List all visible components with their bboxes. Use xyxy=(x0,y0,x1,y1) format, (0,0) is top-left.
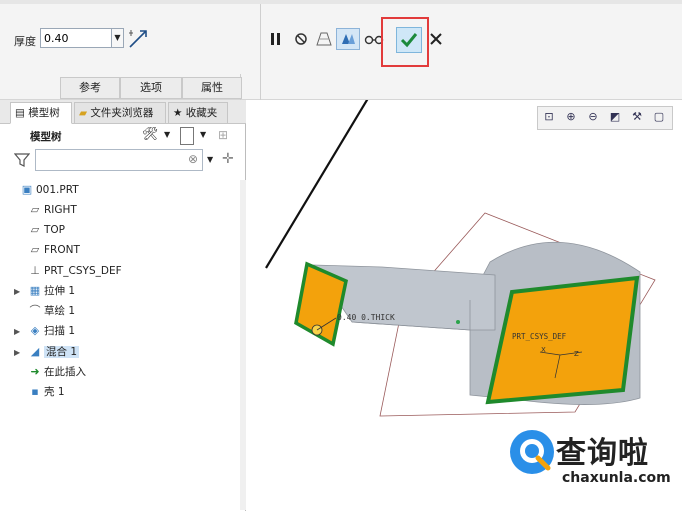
sketch-icon: ⌒ xyxy=(29,304,41,317)
tab-options[interactable]: 选项 xyxy=(120,77,182,99)
axis-x-label: X xyxy=(541,346,546,354)
filter-dropdown-icon[interactable]: ▼ xyxy=(207,155,213,164)
tree-title: 模型树 xyxy=(30,131,62,143)
panel-scrollbar[interactable] xyxy=(240,180,246,510)
shell-icon: ▪ xyxy=(31,385,39,398)
axis-z-label: Z xyxy=(574,350,579,358)
ok-checkmark-button[interactable] xyxy=(396,27,422,53)
tab-label: 模型树 xyxy=(28,107,60,119)
watermark-url: chaxunla.com xyxy=(562,470,671,486)
show-dropdown-icon[interactable]: ▼ xyxy=(200,130,206,139)
tree-item[interactable]: ➜ 在此插入 xyxy=(14,362,86,382)
tab-favorites[interactable]: ★ 收藏夹 xyxy=(168,102,228,124)
sweep-icon: ◈ xyxy=(30,324,40,337)
expand-arrow-icon[interactable]: ▶ xyxy=(14,282,26,302)
tree-item[interactable]: ▪ 壳 1 xyxy=(14,382,65,402)
watermark-title: 查询啦 xyxy=(556,436,649,471)
tree-item[interactable]: ⊥ PRT_CSYS_DEF xyxy=(14,261,122,281)
tree-item-label: TOP xyxy=(44,224,66,236)
datum-plane-icon: ▱ xyxy=(30,243,40,256)
extrude-icon: ▦ xyxy=(29,284,41,297)
tree-item-label: 001.PRT xyxy=(36,184,79,196)
pause-icon[interactable] xyxy=(264,28,288,50)
insert-here-icon: ➜ xyxy=(30,365,40,378)
tree-item-label: 拉伸 1 xyxy=(44,285,76,297)
expand-arrow-icon[interactable]: ▶ xyxy=(14,322,26,342)
thickness-input[interactable] xyxy=(40,28,112,48)
part-icon: ▣ xyxy=(21,183,33,196)
filter-input[interactable]: ⊗ xyxy=(35,149,203,171)
tab-model-tree[interactable]: ▤ 模型树 xyxy=(10,102,72,124)
tree-settings-icon[interactable]: 🛠 xyxy=(142,127,162,145)
tree-item[interactable]: ▶ ▦ 拉伸 1 xyxy=(14,281,75,301)
filter-icon[interactable] xyxy=(14,152,30,168)
datum-plane-icon: ▱ xyxy=(30,203,40,216)
folder-icon: ▰ xyxy=(79,107,88,119)
ribbon-separator xyxy=(260,4,261,100)
tree-item[interactable]: ⌒ 草绘 1 xyxy=(14,301,76,321)
tree-columns-icon[interactable]: ⊞ xyxy=(218,128,234,144)
tree-item-label: PRT_CSYS_DEF xyxy=(44,265,122,277)
datum-plane-icon: ▱ xyxy=(30,223,40,236)
tree-item-label: RIGHT xyxy=(44,204,77,216)
tree-item[interactable]: ▱ TOP xyxy=(14,220,65,240)
tab-folder-browser[interactable]: ▰ 文件夹浏览器 xyxy=(74,102,166,124)
tree-item[interactable]: ▱ RIGHT xyxy=(14,200,77,220)
tree-item-label: 在此插入 xyxy=(44,366,86,378)
tab-properties[interactable]: 属性 xyxy=(182,77,242,99)
blend-icon: ◢ xyxy=(30,345,40,358)
add-filter-icon[interactable]: ✛ xyxy=(222,151,234,167)
csys-marker xyxy=(456,320,460,324)
favorites-icon: ★ xyxy=(173,107,183,119)
tree-item-label: 扫描 1 xyxy=(44,325,76,337)
csys-icon: ⊥ xyxy=(30,264,40,277)
settings-dropdown-icon[interactable]: ▼ xyxy=(164,130,170,139)
no-preview-icon[interactable] xyxy=(289,28,313,50)
checkmark-icon xyxy=(400,33,418,48)
dimension-label[interactable]: 0.40 0.THICK xyxy=(337,313,395,322)
cancel-x-button[interactable] xyxy=(424,28,448,50)
thickness-label: 厚度 xyxy=(14,35,36,48)
tree-item-label: FRONT xyxy=(44,244,80,256)
tree-item-label: 混合 1 xyxy=(44,346,80,358)
show-icon[interactable] xyxy=(180,127,194,145)
tab-references[interactable]: 参考 xyxy=(60,77,120,99)
tree-item[interactable]: ▶ ◢ 混合 1 xyxy=(14,342,80,363)
tree-item[interactable]: ▣ 001.PRT xyxy=(14,180,79,200)
tree-item[interactable]: ▶ ◈ 扫描 1 xyxy=(14,321,75,341)
annotation-arrow-line xyxy=(265,100,369,269)
tab-label: 收藏夹 xyxy=(185,107,218,119)
watermark-logo-icon xyxy=(510,430,554,474)
flip-direction-icon[interactable] xyxy=(128,27,148,49)
top-strip xyxy=(0,0,682,4)
tree-item-label: 壳 1 xyxy=(44,386,65,398)
tree-item-label: 草绘 1 xyxy=(44,305,76,317)
tree-item[interactable]: ▱ FRONT xyxy=(14,240,80,260)
thickness-dropdown-button[interactable]: ▼ xyxy=(111,28,124,48)
csys-label: PRT_CSYS_DEF xyxy=(512,332,567,341)
clear-icon[interactable]: ⊗ xyxy=(188,152,198,166)
model-tree-tab-icon: ▤ xyxy=(15,107,25,119)
expand-arrow-icon[interactable]: ▶ xyxy=(14,343,26,363)
close-icon xyxy=(430,33,442,45)
geometry-preview-icon[interactable] xyxy=(312,28,336,50)
tab-label: 文件夹浏览器 xyxy=(90,107,154,119)
verify-mode-icon[interactable] xyxy=(336,28,360,50)
